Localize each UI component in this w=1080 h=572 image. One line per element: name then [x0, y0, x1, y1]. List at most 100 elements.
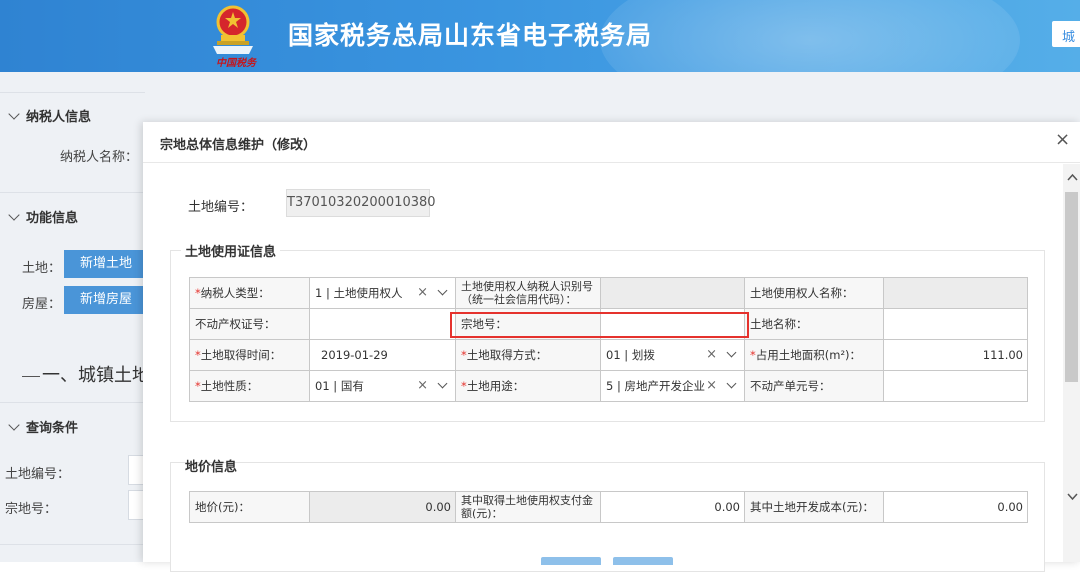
query-parcel-no-label: 宗地号： — [5, 502, 58, 517]
site-title: 国家税务总局山东省电子税务局 — [288, 21, 653, 50]
holder-tax-id-label: 土地使用权人纳税人识别号 （统一社会信用代码）： — [455, 277, 601, 309]
land-price-field: 0.00 — [309, 491, 456, 523]
divider — [0, 402, 145, 403]
header-shine — [600, 0, 1020, 72]
holder-name-label: 土地使用权人名称： — [744, 277, 884, 309]
land-name-label: 土地名称： — [744, 308, 884, 340]
chevron-down-icon — [8, 209, 20, 221]
cell-label: 土地性质： — [200, 379, 259, 393]
cell-label: 土地取得时间： — [200, 348, 282, 362]
property-cert-no-label: 不动产权证号： — [189, 308, 310, 340]
select-box[interactable]: 01 | 国有 × — [315, 375, 450, 397]
property-unit-no-label: 不动产单元号： — [744, 370, 884, 402]
chevron-down-icon[interactable] — [726, 378, 737, 389]
land-area-label: *占用土地面积(m²)： — [744, 339, 884, 371]
scrollbar-thumb[interactable] — [1065, 192, 1078, 382]
cell-label: 土地取得方式： — [466, 348, 548, 362]
land-use-select[interactable]: 5 | 房地产开发企业 × — [600, 370, 745, 402]
site-header: 中国税务 国家税务总局山东省电子税务局 城 — [0, 0, 1080, 72]
select-value: 5 | 房地产开发企业 — [606, 379, 706, 393]
add-land-button[interactable]: 新增土地 — [64, 250, 149, 278]
land-name-input[interactable] — [883, 308, 1028, 340]
cell-label: 额(元)： — [461, 507, 503, 520]
land-price-label: 地价(元)： — [189, 491, 310, 523]
scroll-down-icon[interactable] — [1067, 490, 1078, 505]
modal-divider — [143, 162, 1080, 163]
table-row: *土地性质： 01 | 国有 × *土地用途： 5 | 房地产开发企业 × 不动产单… — [189, 370, 1028, 402]
select-box[interactable]: 01 | 划拨 × — [606, 344, 739, 366]
land-nature-label: *土地性质： — [189, 370, 310, 402]
parcel-no-highlight — [450, 312, 749, 338]
table-row: *土地取得时间： 2019-01-29 *土地取得方式： 01 | 划拨 × *占… — [189, 339, 1028, 371]
price-table: 地价(元)： 0.00 其中取得土地使用权支付金 额(元)： 0.00 其中土地开… — [189, 491, 1028, 523]
acquire-method-select[interactable]: 01 | 划拨 × — [600, 339, 745, 371]
table-row: *纳税人类型： 1 | 土地使用权人 × 土地使用权人纳税人识别号 （统一社会信用代… — [189, 277, 1028, 309]
chevron-down-icon[interactable] — [437, 378, 448, 389]
acquire-payment-label: 其中取得土地使用权支付金 额(元)： — [455, 491, 601, 523]
clear-icon[interactable]: × — [706, 375, 717, 397]
parcel-info-modal: 宗地总体信息维护（修改） × 土地编号： T37010320200010380 … — [143, 122, 1080, 572]
holder-name-field — [883, 277, 1028, 309]
select-box[interactable]: 5 | 房地产开发企业 × — [606, 375, 739, 397]
taxpayer-type-label: *纳税人类型： — [189, 277, 310, 309]
dev-cost-input[interactable]: 0.00 — [883, 491, 1028, 523]
dev-cost-label: 其中土地开发成本(元)： — [744, 491, 884, 523]
section-function-info[interactable]: 功能信息 — [0, 207, 145, 226]
chevron-down-icon — [8, 419, 20, 431]
chevron-down-icon — [8, 108, 20, 120]
header-right-button[interactable]: 城 — [1052, 21, 1080, 47]
cancel-button[interactable] — [613, 557, 673, 565]
modal-title: 宗地总体信息维护（修改） — [160, 138, 317, 153]
house-label: 房屋： — [22, 297, 62, 312]
close-icon[interactable]: × — [1055, 129, 1070, 150]
property-cert-no-input[interactable] — [309, 308, 456, 340]
add-house-button[interactable]: 新增房屋 — [64, 286, 149, 314]
land-label: 土地： — [22, 261, 62, 276]
land-use-label: *土地用途： — [455, 370, 601, 402]
select-box[interactable]: 1 | 土地使用权人 × — [315, 282, 450, 304]
cell-label: （统一社会信用代码）： — [461, 293, 577, 306]
section-label: 功能信息 — [26, 211, 79, 226]
chevron-down-icon[interactable] — [437, 285, 448, 296]
acquire-payment-input[interactable]: 0.00 — [600, 491, 745, 523]
section-label: 纳税人信息 — [26, 110, 92, 125]
divider — [0, 92, 145, 93]
clear-icon[interactable]: × — [417, 375, 428, 397]
land-area-input[interactable]: 111.00 — [883, 339, 1028, 371]
land-no-field: T37010320200010380 — [286, 189, 436, 217]
property-unit-no-input[interactable] — [883, 370, 1028, 402]
acquire-date-input[interactable]: 2019-01-29 — [309, 339, 456, 371]
scroll-up-icon[interactable] — [1067, 170, 1078, 185]
cell-label: 纳税人类型： — [200, 286, 270, 300]
price-section-title: 地价信息 — [185, 460, 238, 475]
chevron-down-icon[interactable] — [726, 347, 737, 358]
save-button[interactable] — [541, 557, 601, 565]
cell-label: 土地使用权人纳税人识别号 — [461, 280, 593, 293]
section-query[interactable]: 查询条件 — [0, 417, 145, 436]
cert-table: *纳税人类型： 1 | 土地使用权人 × 土地使用权人纳税人识别号 （统一社会信用代… — [189, 277, 1028, 402]
divider — [0, 544, 145, 545]
clear-icon[interactable]: × — [706, 344, 717, 366]
taxpayer-type-select[interactable]: 1 | 土地使用权人 × — [309, 277, 456, 309]
divider — [0, 192, 145, 193]
select-value: 01 | 划拨 — [606, 348, 655, 362]
section-taxpayer-info[interactable]: 纳税人信息 — [0, 106, 145, 125]
land-no-label: 土地编号： — [188, 200, 254, 215]
emblem-caption: 中国税务 — [216, 58, 256, 69]
cell-label: 土地用途： — [466, 379, 525, 393]
table-row: 地价(元)： 0.00 其中取得土地使用权支付金 额(元)： 0.00 其中土地开… — [189, 491, 1028, 523]
cert-section-title: 土地使用证信息 — [181, 241, 281, 260]
acquire-date-label: *土地取得时间： — [189, 339, 310, 371]
heading-dash — [22, 375, 40, 377]
section-label: 查询条件 — [26, 421, 79, 436]
holder-tax-id-field — [600, 277, 745, 309]
land-nature-select[interactable]: 01 | 国有 × — [309, 370, 456, 402]
query-land-no-label: 土地编号： — [5, 467, 71, 482]
date-value: 2019-01-29 — [321, 348, 388, 362]
select-value: 01 | 国有 — [315, 379, 364, 393]
acquire-method-label: *土地取得方式： — [455, 339, 601, 371]
taxpayer-name-label: 纳税人名称： — [60, 150, 139, 165]
cell-label: 占用土地面积(m²)： — [755, 348, 862, 362]
clear-icon[interactable]: × — [417, 282, 428, 304]
cell-label: 其中取得土地使用权支付金 — [461, 494, 593, 507]
